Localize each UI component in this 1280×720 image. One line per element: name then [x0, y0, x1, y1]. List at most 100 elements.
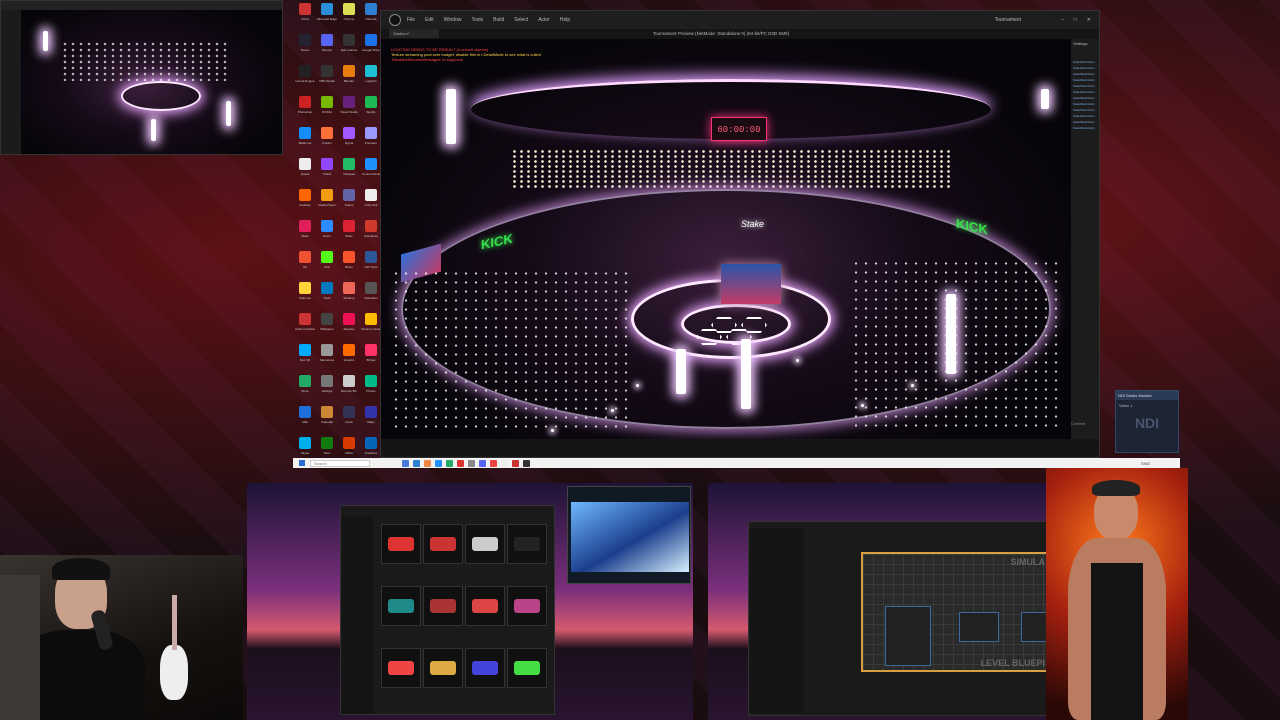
- desktop-icon[interactable]: OBS Studio: [317, 65, 337, 89]
- desktop-icon[interactable]: Houdini: [339, 344, 359, 368]
- desktop-icon[interactable]: Winamp: [339, 282, 359, 306]
- desktop-icon[interactable]: Mail: [295, 406, 315, 430]
- desktop-icon[interactable]: Microsoft Edge: [317, 3, 337, 27]
- asset-thumbnail[interactable]: [465, 586, 505, 626]
- menu-item-help[interactable]: Help: [560, 17, 570, 23]
- desktop-icon[interactable]: Clock: [339, 406, 359, 430]
- blueprint-node[interactable]: [885, 606, 931, 666]
- taskbar-app-icon[interactable]: [402, 459, 409, 467]
- desktop-icon[interactable]: Kick: [317, 251, 337, 275]
- maximize-button[interactable]: □: [1074, 17, 1077, 23]
- desktop-icon[interactable]: Photoshop: [295, 96, 315, 120]
- keyboard-layout[interactable]: ENG: [1141, 461, 1150, 466]
- outliner-row[interactable]: StaticMeshActor: [1071, 126, 1099, 132]
- desktop-icon[interactable]: VSCode: [361, 3, 381, 27]
- menu-item-tools[interactable]: Tools: [471, 17, 483, 23]
- desktop-icon[interactable]: Notepad: [339, 158, 359, 182]
- desktop-icon[interactable]: Maps: [361, 406, 381, 430]
- taskbar-app-icon[interactable]: [468, 459, 475, 467]
- asset-thumbnail[interactable]: [423, 524, 463, 564]
- desktop-icon[interactable]: Audacity: [295, 189, 315, 213]
- asset-thumbnail[interactable]: [423, 648, 463, 688]
- desktop-icon[interactable]: Bridge: [361, 344, 381, 368]
- taskbar-app-icon[interactable]: [512, 459, 519, 467]
- menu-item-actor[interactable]: Actor: [538, 17, 550, 23]
- desktop-icon[interactable]: Calendar: [317, 406, 337, 430]
- taskbar-app-icon[interactable]: [490, 459, 497, 467]
- desktop-icon[interactable]: Zoom: [317, 220, 337, 244]
- desktop-icon[interactable]: Teams: [339, 189, 359, 213]
- ndi-source[interactable]: Video 1: [1116, 400, 1178, 411]
- asset-thumbnail[interactable]: [423, 586, 463, 626]
- menu-item-edit[interactable]: Edit: [425, 17, 434, 23]
- taskbar-search-input[interactable]: Search: [310, 459, 370, 467]
- desktop-icon[interactable]: Unreal Engine: [295, 65, 315, 89]
- desktop-icon[interactable]: Rider: [339, 220, 359, 244]
- desktop-icon[interactable]: Calculator: [361, 282, 381, 306]
- desktop-icon[interactable]: Logitech: [361, 65, 381, 89]
- menu-item-build[interactable]: Build: [493, 17, 504, 23]
- desktop-icon[interactable]: Control Panel: [361, 158, 381, 182]
- asset-thumbnail[interactable]: [381, 524, 421, 564]
- asset-thumbnail[interactable]: [465, 648, 505, 688]
- desktop-icon[interactable]: Chrome Canary: [361, 313, 381, 337]
- content-drawer-label[interactable]: Content: [1071, 421, 1085, 426]
- desktop-icon[interactable]: Blender: [339, 65, 359, 89]
- asset-thumbnail[interactable]: [465, 524, 505, 564]
- desktop-icon[interactable]: NVIDIA: [317, 96, 337, 120]
- blueprint-graph[interactable]: SIMULA LEVEL BLUEPI: [861, 552, 1048, 672]
- menu-item-select[interactable]: Select: [514, 17, 528, 23]
- settings-label[interactable]: Settings: [1071, 39, 1099, 48]
- desktop-icon[interactable]: Steam: [295, 34, 315, 58]
- desktop-icon[interactable]: Battle.net: [295, 127, 315, 151]
- taskbar-app-icon[interactable]: [413, 459, 420, 467]
- taskbar-app-icon[interactable]: [446, 459, 453, 467]
- desktop-icon[interactable]: Marvelous: [317, 344, 337, 368]
- desktop-icon[interactable]: Citrus: [295, 3, 315, 27]
- desktop-icon[interactable]: Firefox: [317, 127, 337, 151]
- desktop-icon[interactable]: Visual Studio: [339, 96, 359, 120]
- taskbar-app-icon[interactable]: [424, 459, 431, 467]
- asset-thumbnail[interactable]: [381, 648, 421, 688]
- minimize-button[interactable]: –: [1061, 17, 1064, 23]
- desktop-icon[interactable]: Slack: [295, 220, 315, 244]
- desktop-icon[interactable]: Discord: [317, 34, 337, 58]
- desktop-icon[interactable]: Daz 3D: [295, 344, 315, 368]
- desktop-icon[interactable]: Git: [295, 251, 315, 275]
- desktop-icon[interactable]: Substance: [361, 220, 381, 244]
- menu-item-file[interactable]: File: [407, 17, 415, 23]
- windows-start-icon[interactable]: [299, 460, 305, 466]
- desktop-icon[interactable]: Photos: [361, 375, 381, 399]
- desktop-icon[interactable]: Quixel: [295, 158, 315, 182]
- close-button[interactable]: ✕: [1087, 17, 1091, 23]
- game-viewport[interactable]: LIGHTING NEEDS TO BE REBUILT (# unbuilt …: [381, 39, 1071, 439]
- desktop-icon[interactable]: NDI Tools: [361, 251, 381, 275]
- blueprint-node[interactable]: [959, 612, 999, 642]
- desktop-icon[interactable]: Epic Games: [339, 34, 359, 58]
- desktop-icon[interactable]: Google Drive: [361, 34, 381, 58]
- desktop-icon[interactable]: Store: [295, 375, 315, 399]
- desktop-icon[interactable]: Audio Interface: [295, 313, 315, 337]
- desktop-icon[interactable]: Twitch: [317, 158, 337, 182]
- desktop-icon[interactable]: Wallpaper: [317, 313, 337, 337]
- asset-thumbnail[interactable]: [381, 586, 421, 626]
- desktop-icon[interactable]: Figma: [339, 127, 359, 151]
- taskbar-app-icon[interactable]: [523, 459, 530, 467]
- blueprint-node[interactable]: [1021, 612, 1047, 642]
- desktop-icon[interactable]: Settings: [317, 375, 337, 399]
- taskbar-app-icon[interactable]: [457, 459, 464, 467]
- desktop-icon[interactable]: Trello: [317, 282, 337, 306]
- taskbar-app-icon[interactable]: [501, 459, 508, 467]
- asset-thumbnail[interactable]: [507, 524, 547, 564]
- taskbar-app-icon[interactable]: [435, 459, 442, 467]
- unreal-logo-icon[interactable]: [389, 14, 401, 26]
- desktop-icon[interactable]: Chrome: [339, 3, 359, 27]
- menu-item-window[interactable]: Window: [444, 17, 462, 23]
- desktop-icon[interactable]: Unity Hub: [361, 189, 381, 213]
- desktop-icon[interactable]: Spotify: [361, 96, 381, 120]
- asset-thumbnail[interactable]: [507, 586, 547, 626]
- desktop-icon[interactable]: Brave: [339, 251, 359, 275]
- desktop-icon[interactable]: Resolve: [339, 313, 359, 337]
- desktop-icon[interactable]: Paint.net: [295, 282, 315, 306]
- asset-thumbnail[interactable]: [507, 648, 547, 688]
